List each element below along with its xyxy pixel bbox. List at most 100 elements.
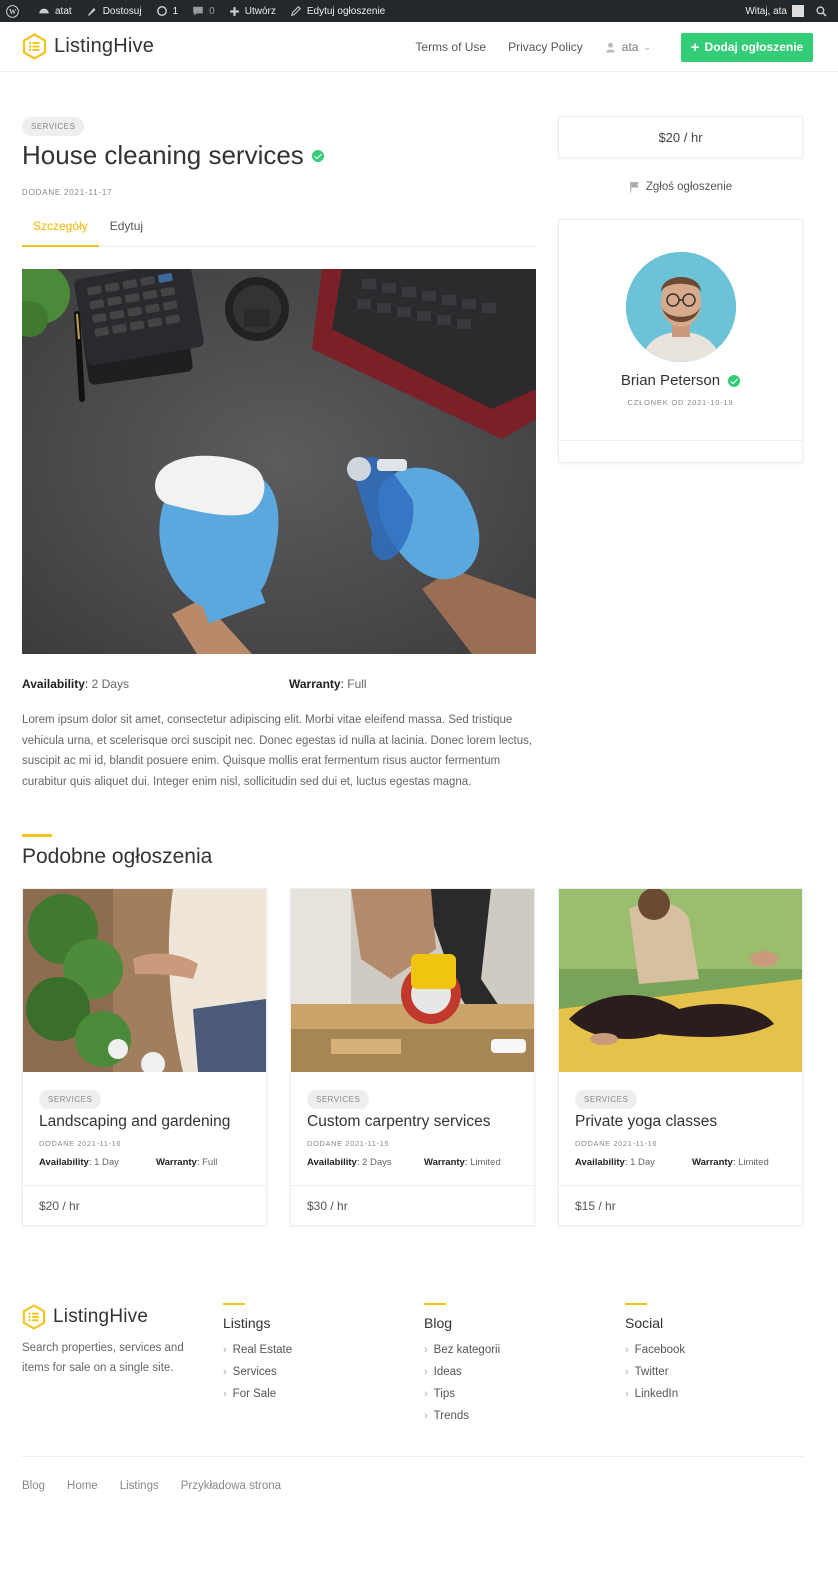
footer-logo-text: ListingHive [53, 1306, 149, 1327]
footer-link[interactable]: › Real Estate [223, 1339, 292, 1361]
footer-column-blog: Blog › Bez kategorii › Ideas › Tips › Trends [424, 1303, 500, 1427]
category-badge[interactable]: Services [39, 1090, 102, 1109]
footer-link[interactable]: › Tips [424, 1383, 500, 1405]
footer-column-title: Listings [223, 1315, 271, 1331]
availability-value: 2 Days [362, 1157, 392, 1168]
related-section-title: Podobne ogłoszenia [22, 845, 213, 868]
dashboard-icon [39, 8, 49, 14]
footer-link-label: Tips [433, 1388, 455, 1400]
admin-new-link[interactable]: Utwórz [229, 6, 276, 17]
listing-card[interactable]: Services Custom carpentry services Dodan… [290, 888, 535, 1226]
admin-account-link[interactable]: Witaj, ata [745, 5, 804, 17]
admin-search-icon[interactable] [816, 5, 832, 17]
listing-card-image[interactable] [23, 889, 266, 1072]
footer-menu-link[interactable]: Przykładowa strona [181, 1480, 281, 1492]
warranty-label: Warranty [692, 1157, 733, 1168]
pencil-icon [290, 6, 301, 16]
logo-text: ListingHive [54, 35, 155, 57]
category-badge[interactable]: Services [307, 1090, 370, 1109]
listing-card-title[interactable]: Landscaping and gardening [39, 1113, 230, 1131]
listing-main-image[interactable] [22, 269, 536, 654]
availability-value: 1 Day [630, 1157, 655, 1168]
vendor-name[interactable]: Brian Peterson [559, 372, 802, 389]
category-badge[interactable]: Services [575, 1090, 638, 1109]
section-accent-bar [223, 1303, 245, 1305]
chevron-right-icon: › [625, 1366, 629, 1378]
warranty-attr: Warranty: Full [156, 1157, 218, 1168]
availability-attr: Availability: 2 Days [22, 677, 129, 691]
report-listing-label: Zgłoś ogłoszenie [645, 181, 733, 193]
listing-card-price: $20 / hr [23, 1185, 266, 1226]
vendor-card: Brian Peterson Członek od 2021-10-19 [558, 219, 803, 463]
admin-comments-count: 0 [209, 5, 215, 17]
footer-link[interactable]: › Trends [424, 1405, 500, 1427]
availability-label: Availability [22, 677, 85, 691]
footer-logo[interactable]: ListingHive [22, 1304, 148, 1330]
divider [559, 440, 802, 441]
tab-details[interactable]: Szczegóły [22, 211, 99, 247]
listing-card-date: Dodane 2021-11-16 [575, 1139, 658, 1148]
warranty-attr: Warranty: Limited [424, 1157, 501, 1168]
nav-privacy-link[interactable]: Privacy Policy [508, 40, 583, 54]
plus-icon [229, 6, 239, 16]
footer-link-label: Bez kategorii [433, 1344, 501, 1356]
admin-edit-link[interactable]: Edytuj ogłoszenie [290, 5, 385, 17]
admin-greeting: Witaj, ata [745, 5, 787, 17]
listing-card-image[interactable] [559, 889, 802, 1072]
chevron-right-icon: › [424, 1366, 428, 1378]
warranty-value: Limited [738, 1157, 769, 1168]
availability-attr: Availability: 1 Day [575, 1157, 655, 1168]
footer-link[interactable]: › Twitter [625, 1361, 685, 1383]
listing-price: $20 / hr [658, 129, 703, 145]
vendor-member-since: Członek od 2021-10-19 [627, 398, 734, 407]
report-listing-link[interactable]: Zgłoś ogłoszenie [558, 181, 803, 193]
comment-icon [193, 6, 203, 16]
availability-label: Availability [39, 1157, 89, 1168]
footer-link[interactable]: › Bez kategorii [424, 1339, 500, 1361]
category-badge[interactable]: Services [22, 117, 85, 136]
warranty-label: Warranty [289, 677, 341, 691]
admin-updates-link[interactable]: 1 [156, 5, 179, 17]
chevron-right-icon: › [223, 1344, 227, 1356]
availability-label: Availability [307, 1157, 357, 1168]
footer-link[interactable]: › Ideas [424, 1361, 500, 1383]
admin-customize-link[interactable]: Dostosuj [86, 5, 142, 17]
footer-menu-link[interactable]: Blog [22, 1480, 45, 1492]
admin-new-label: Utwórz [244, 5, 276, 17]
site-logo[interactable]: ListingHive [22, 33, 154, 60]
footer-link[interactable]: › Facebook [625, 1339, 685, 1361]
listing-card-image[interactable] [291, 889, 534, 1072]
admin-site-name: atat [55, 5, 72, 17]
user-icon [605, 42, 615, 52]
footer-link[interactable]: › LinkedIn [625, 1383, 685, 1405]
listing-description: Lorem ipsum dolor sit amet, consectetur … [22, 714, 533, 788]
footer-menu: Blog Home Listings Przykładowa strona [22, 1480, 303, 1492]
hexagon-logo-icon [22, 33, 47, 60]
listing-card-title[interactable]: Custom carpentry services [307, 1113, 490, 1131]
listing-card[interactable]: Services Landscaping and gardening Dodan… [22, 888, 267, 1226]
footer-link[interactable]: › Services [223, 1361, 292, 1383]
admin-updates-count: 1 [172, 5, 179, 17]
chevron-right-icon: › [424, 1344, 428, 1356]
nav-terms-link[interactable]: Terms of Use [415, 40, 486, 54]
admin-comments-link[interactable]: 0 [192, 5, 215, 17]
verified-icon [311, 149, 324, 162]
add-listing-label: Dodaj ogłoszenie [704, 40, 804, 54]
add-listing-button[interactable]: + Dodaj ogłoszenie [681, 32, 813, 62]
availability-value: 2 Days [91, 677, 129, 691]
brush-icon [87, 8, 96, 16]
listing-card[interactable]: Services Private yoga classes Dodane 202… [558, 888, 803, 1226]
footer-link-label: LinkedIn [634, 1388, 679, 1400]
chevron-right-icon: › [424, 1388, 428, 1400]
admin-site-link[interactable]: atat [38, 5, 72, 17]
user-menu[interactable]: ata ⌄ [605, 40, 651, 54]
warranty-label: Warranty [156, 1157, 197, 1168]
wordpress-logo-icon[interactable]: W [6, 4, 24, 18]
footer-menu-link[interactable]: Home [67, 1480, 98, 1492]
listing-card-title[interactable]: Private yoga classes [575, 1113, 717, 1131]
footer-menu-link[interactable]: Listings [120, 1480, 159, 1492]
tab-edit[interactable]: Edytuj [99, 211, 154, 247]
vendor-avatar[interactable] [626, 252, 736, 362]
footer-link[interactable]: › For Sale [223, 1383, 292, 1405]
footer-link-label: Real Estate [232, 1344, 293, 1356]
